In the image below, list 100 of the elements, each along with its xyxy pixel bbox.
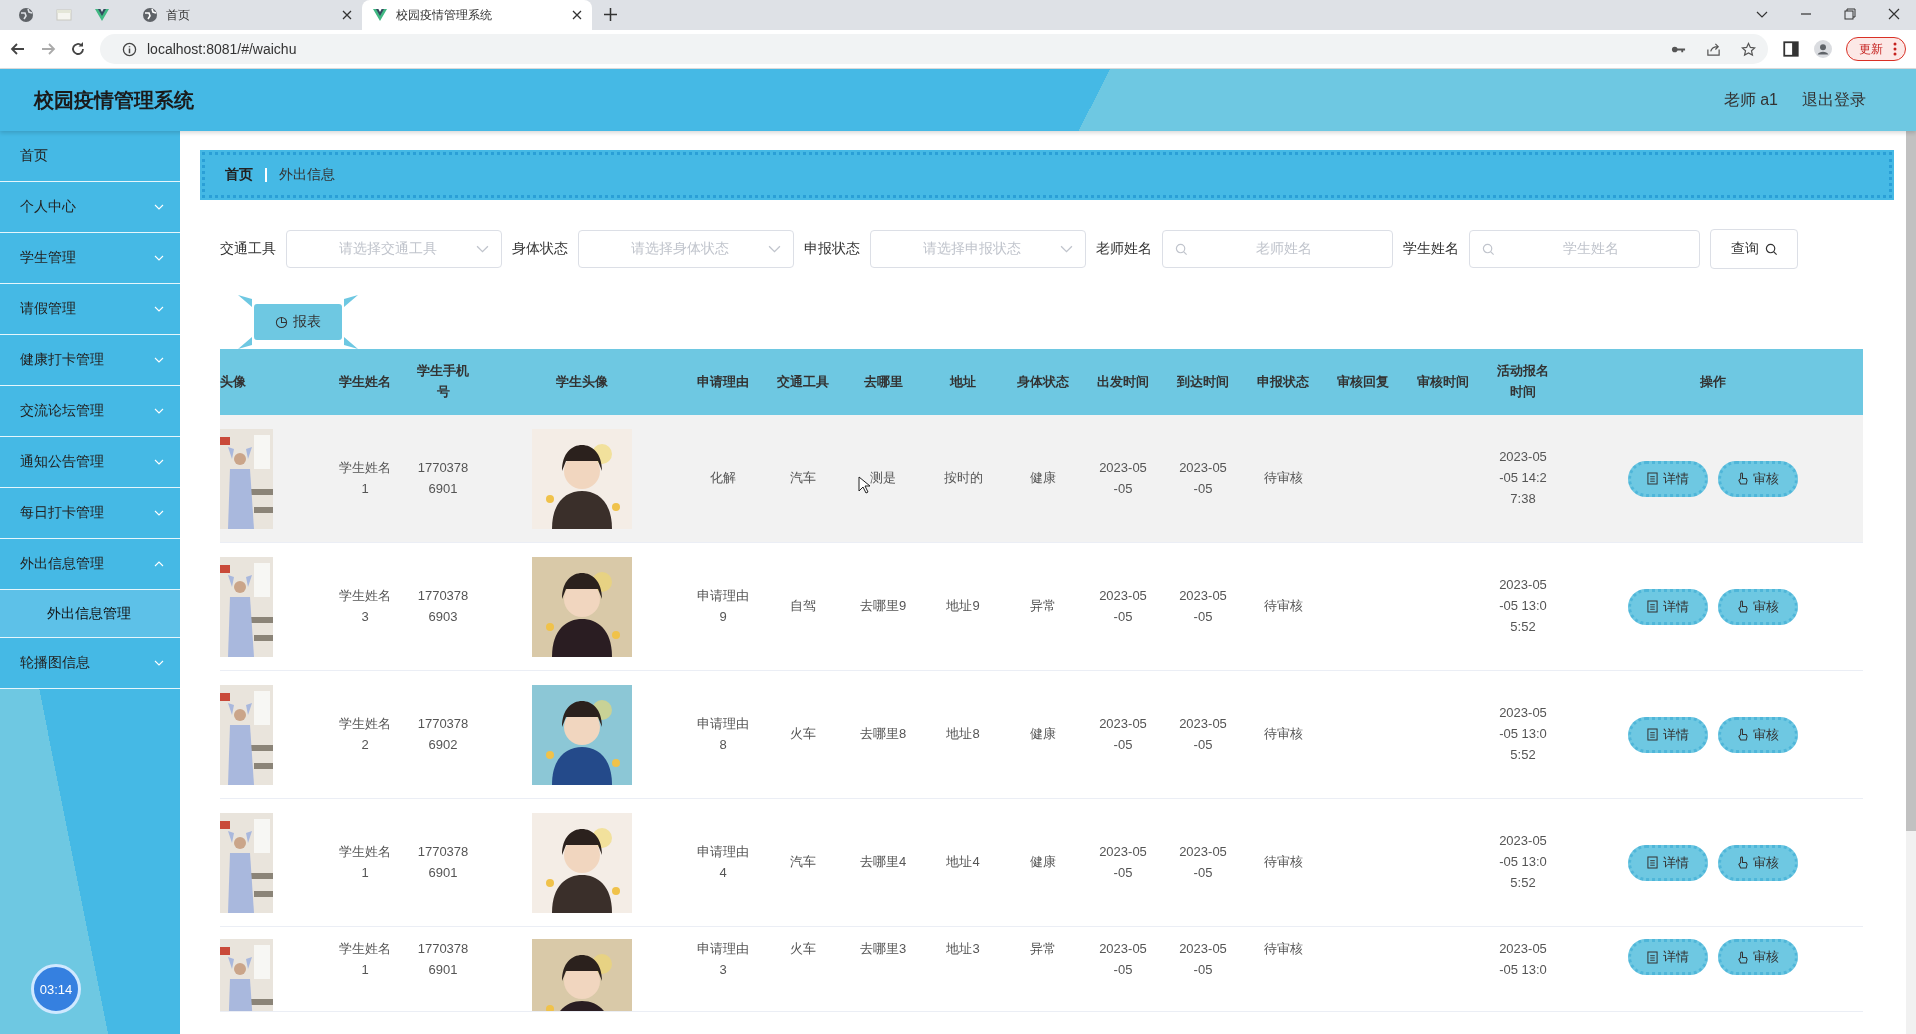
browser-tab[interactable]: 首页 [132, 0, 362, 30]
table-cell-text: 2023-05-05 13:05:52 [1498, 832, 1548, 892]
review-button[interactable]: 审核 [1718, 716, 1798, 753]
chevron-icon [154, 510, 164, 516]
table-cell-text: 火车 [790, 725, 816, 744]
query-button[interactable]: 查询 [1710, 229, 1798, 269]
table-cell-text: 健康 [1030, 469, 1056, 488]
table-cell-text: 地址9 [946, 597, 980, 616]
filter-label: 交通工具 [220, 240, 276, 258]
globe-icon[interactable] [18, 7, 34, 23]
close-icon[interactable] [1888, 8, 1900, 20]
reload-icon[interactable] [70, 41, 86, 57]
table-cell-text: 学生姓名1 [338, 940, 392, 979]
v-logo-icon[interactable] [94, 7, 110, 23]
review-button[interactable]: 审核 [1718, 844, 1798, 881]
table-cell-text: 待审核 [1263, 469, 1303, 488]
table-cell-text: 2023-05-05 13:05:52 [1498, 576, 1548, 636]
table-cell-text: 申请理由9 [696, 586, 750, 626]
chevron-icon [154, 459, 164, 465]
table-cell-text: 2023-05-05 [1098, 714, 1148, 754]
search-icon [1175, 242, 1188, 256]
table-cell-text: 待审核 [1263, 597, 1303, 616]
column-header: 交通工具 [777, 372, 829, 391]
details-button[interactable]: 详情 [1628, 844, 1708, 881]
filter-label: 身体状态 [512, 240, 568, 258]
hand-pointer-icon [1737, 950, 1748, 964]
review-button[interactable]: 审核 [1718, 588, 1798, 625]
report-button[interactable]: 报表 [254, 304, 342, 340]
table-cell-text: 按时的 [943, 469, 983, 488]
table-cell-text: 火车 [790, 940, 816, 958]
address-bar[interactable]: localhost:8081/#/waichu [100, 34, 1768, 64]
kebab-menu-icon [1893, 42, 1897, 56]
review-button[interactable]: 审核 [1718, 460, 1798, 497]
table-cell-text: 去哪里9 [859, 597, 907, 616]
sidebar-item[interactable]: 外出信息管理 [0, 539, 180, 590]
star-icon[interactable] [1741, 41, 1756, 57]
sidebar-subitem[interactable]: 外出信息管理 [0, 590, 180, 638]
hand-pointer-icon [1737, 728, 1748, 741]
profile-icon[interactable] [1814, 40, 1832, 58]
timer-badge[interactable]: 03:14 [31, 964, 81, 1014]
table-cell-text: 申请理由4 [696, 842, 750, 882]
sidebar-item[interactable]: 轮播图信息 [0, 638, 180, 689]
details-button[interactable]: 详情 [1628, 939, 1708, 975]
hand-pointer-icon [1737, 472, 1748, 485]
chevron-icon [154, 660, 164, 666]
table-cell-text: 申请理由8 [696, 714, 750, 754]
column-header: 学生手机号 [416, 362, 470, 401]
share-icon[interactable] [1706, 41, 1721, 57]
review-button[interactable]: 审核 [1718, 939, 1798, 975]
table-cell-text: 学生姓名2 [338, 714, 392, 754]
column-header: 申报状态 [1257, 372, 1309, 391]
column-header: 学生头像 [556, 372, 608, 391]
table-cell-text: 2023-05-05 [1178, 714, 1228, 754]
scrollbar[interactable] [1906, 131, 1916, 1034]
hand-pointer-icon [1737, 600, 1748, 613]
logout-link[interactable]: 退出登录 [1802, 89, 1866, 111]
table-cell-text: 学生姓名3 [338, 586, 392, 626]
browser-tab[interactable]: 校园疫情管理系统 [362, 0, 592, 30]
chevron-icon [154, 255, 164, 261]
table-cell-text: 地址3 [946, 940, 980, 958]
update-button[interactable]: 更新 [1846, 37, 1906, 61]
search-icon [1764, 242, 1778, 256]
table-cell-text: 健康 [1030, 853, 1056, 872]
table-cell-text: 异常 [1030, 597, 1056, 616]
details-button[interactable]: 详情 [1628, 716, 1708, 753]
back-arrow-icon[interactable] [10, 41, 26, 57]
table-row[interactable]: 学生姓名1 17703786901 化解 汽车 测是 按时的 健康 2023-05-05 2023-05-05 待审核 2023-05-05 14:27:38 详情 审核 [220, 415, 1863, 543]
table-cell-text: 17703786901 [416, 940, 470, 979]
url-text: localhost:8081/#/waichu [147, 41, 297, 57]
table-cell-text: 去哪里4 [859, 853, 907, 872]
details-button[interactable]: 详情 [1628, 460, 1708, 497]
hand-pointer-icon [1737, 856, 1748, 869]
table-cell-text: 自驾 [790, 597, 816, 616]
info-icon [122, 41, 137, 57]
side-panel-icon[interactable] [1782, 40, 1800, 58]
new-tab-icon[interactable] [604, 8, 617, 21]
document-icon [1647, 728, 1658, 741]
table-cell-text: 2023-05-05 [1098, 940, 1148, 979]
column-header: 操作 [1700, 372, 1726, 391]
chevron-icon [154, 408, 164, 414]
table-cell-text: 去哪里8 [859, 725, 907, 744]
details-button[interactable]: 详情 [1628, 588, 1708, 625]
close-icon[interactable] [342, 10, 352, 20]
close-icon[interactable] [572, 10, 582, 20]
column-header: 去哪里 [863, 372, 903, 391]
chevron-icon [154, 204, 164, 210]
column-header: 身体状态 [1017, 372, 1069, 391]
pie-chart-icon [275, 315, 288, 329]
table-cell-text: 待审核 [1263, 853, 1303, 872]
table-cell-text: 2023-05-05 [1178, 458, 1228, 498]
table-cell-text: 待审核 [1263, 725, 1303, 744]
table-cell-text: 测是 [870, 469, 896, 488]
breadcrumb-link[interactable]: 首页 [225, 166, 253, 184]
table-cell-text: 汽车 [790, 469, 816, 488]
restore-icon[interactable] [1844, 8, 1856, 20]
table-cell-text: 2023-05-05 [1178, 586, 1228, 626]
table-cell-text: 学生姓名1 [338, 842, 392, 882]
table-cell-text: 异常 [1030, 940, 1056, 958]
globe-icon [142, 7, 158, 23]
table-cell-text: 申请理由3 [696, 940, 750, 979]
